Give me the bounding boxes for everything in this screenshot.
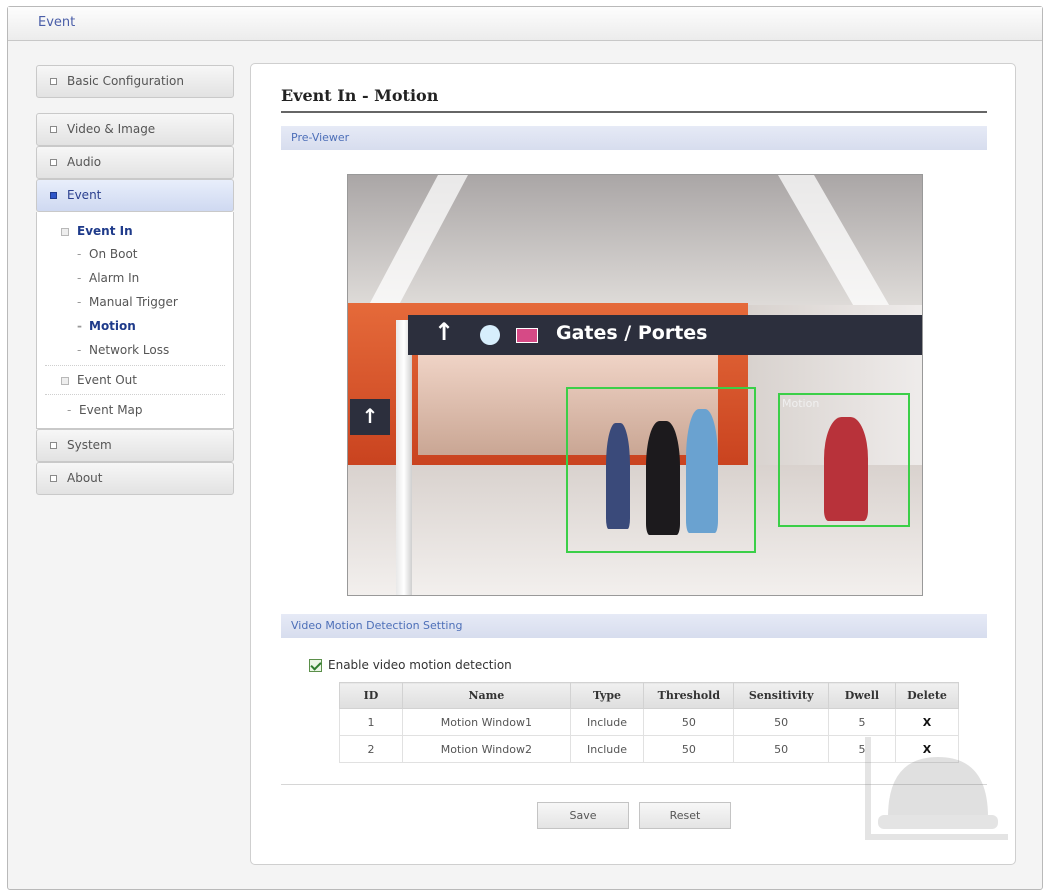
cell-id: 2	[339, 735, 403, 763]
globe-icon	[480, 325, 500, 345]
arrow-up-icon: ↑	[434, 318, 455, 346]
motion-window-2[interactable]	[778, 393, 910, 527]
cell-name: Motion Window2	[401, 735, 571, 763]
window-title: Event	[38, 15, 76, 30]
save-button[interactable]: Save	[537, 802, 629, 829]
gate-sign: ↑ Gates / Portes	[408, 315, 922, 355]
form-divider	[281, 784, 987, 785]
col-type: Type	[569, 682, 645, 709]
square-icon	[50, 442, 57, 449]
nav-basic-configuration[interactable]: Basic Configuration	[36, 65, 234, 98]
enable-vmd-checkbox[interactable]	[309, 658, 322, 672]
square-icon	[50, 126, 57, 133]
submenu-label: Event In	[77, 224, 133, 238]
square-icon	[61, 377, 69, 385]
scene-pillar	[396, 320, 412, 595]
submenu-event-map[interactable]: Event Map	[37, 398, 233, 422]
submenu-motion[interactable]: Motion	[37, 314, 233, 338]
divider	[45, 365, 225, 366]
cell-name: Motion Window1	[401, 708, 571, 736]
col-threshold: Threshold	[643, 682, 735, 709]
section-vmd-setting: Video Motion Detection Setting	[281, 614, 987, 638]
square-icon	[50, 192, 57, 199]
delete-icon[interactable]: X	[895, 735, 959, 763]
app-window: Event Basic Configuration Video & Image …	[7, 6, 1043, 890]
sidebar: Basic Configuration Video & Image Audio …	[36, 65, 234, 495]
sign-text: Gates / Portes	[556, 322, 708, 344]
submenu-manual-trigger[interactable]: Manual Trigger	[37, 290, 233, 314]
nav-video-image[interactable]: Video & Image	[36, 113, 234, 146]
table-row[interactable]: 1 Motion Window1 Include 50 50 5 X	[339, 708, 959, 736]
cell-dwell: 5	[827, 735, 897, 763]
cell-type: Include	[569, 735, 645, 763]
motion-window-table: ID Name Type Threshold Sensitivity Dwell…	[339, 682, 959, 763]
submenu-network-loss[interactable]: Network Loss	[37, 338, 233, 362]
col-delete: Delete	[895, 682, 959, 709]
cell-threshold: 50	[643, 735, 735, 763]
submenu-label: Event Out	[77, 373, 137, 387]
nav-label: System	[67, 438, 112, 452]
nav-label: Event	[67, 188, 102, 202]
top-bar: Event	[8, 7, 1042, 41]
square-icon	[50, 78, 57, 85]
submenu-alarm-in[interactable]: Alarm In	[37, 266, 233, 290]
cell-threshold: 50	[643, 708, 735, 736]
table-row[interactable]: 2 Motion Window2 Include 50 50 5 X	[339, 735, 959, 763]
reset-button[interactable]: Reset	[639, 802, 731, 829]
nav-system[interactable]: System	[36, 429, 234, 462]
col-name: Name	[401, 682, 571, 709]
enable-vmd-label: Enable video motion detection	[328, 658, 512, 672]
nav-event[interactable]: Event	[36, 179, 234, 212]
submenu-event-in[interactable]: Event In	[37, 220, 233, 242]
submenu-event-out[interactable]: Event Out	[37, 369, 233, 391]
submenu-on-boot[interactable]: On Boot	[37, 242, 233, 266]
cell-type: Include	[569, 708, 645, 736]
camera-pre-viewer[interactable]: ↑ Gates / Portes ↑ Motion	[347, 174, 923, 596]
col-dwell: Dwell	[827, 682, 897, 709]
event-submenu: Event In On Boot Alarm In Manual Trigger…	[36, 212, 234, 429]
nav-about[interactable]: About	[36, 462, 234, 495]
cell-sensitivity: 50	[733, 735, 829, 763]
motion-window-label: Motion	[782, 397, 820, 410]
motion-window-1[interactable]	[566, 387, 756, 553]
main-panel: Event In - Motion Pre-Viewer ↑ Gates / P…	[250, 63, 1016, 865]
nav-label: Basic Configuration	[67, 74, 184, 88]
divider	[45, 394, 225, 395]
section-pre-viewer: Pre-Viewer	[281, 126, 987, 150]
col-sensitivity: Sensitivity	[733, 682, 829, 709]
col-id: ID	[339, 682, 403, 709]
title-divider	[281, 111, 987, 113]
table-header-row: ID Name Type Threshold Sensitivity Dwell…	[339, 682, 959, 709]
nav-audio[interactable]: Audio	[36, 146, 234, 179]
square-icon	[61, 228, 69, 236]
enable-vmd-row: Enable video motion detection	[309, 656, 512, 674]
cell-id: 1	[339, 708, 403, 736]
cell-dwell: 5	[827, 708, 897, 736]
arrow-up-icon: ↑	[350, 399, 390, 435]
delete-icon[interactable]: X	[895, 708, 959, 736]
cell-sensitivity: 50	[733, 708, 829, 736]
page-title: Event In - Motion	[281, 86, 439, 105]
square-icon	[50, 159, 57, 166]
square-icon	[50, 475, 57, 482]
nav-label: Audio	[67, 155, 102, 169]
nav-label: Video & Image	[67, 122, 156, 136]
card-icon	[516, 328, 538, 343]
nav-label: About	[67, 471, 103, 485]
